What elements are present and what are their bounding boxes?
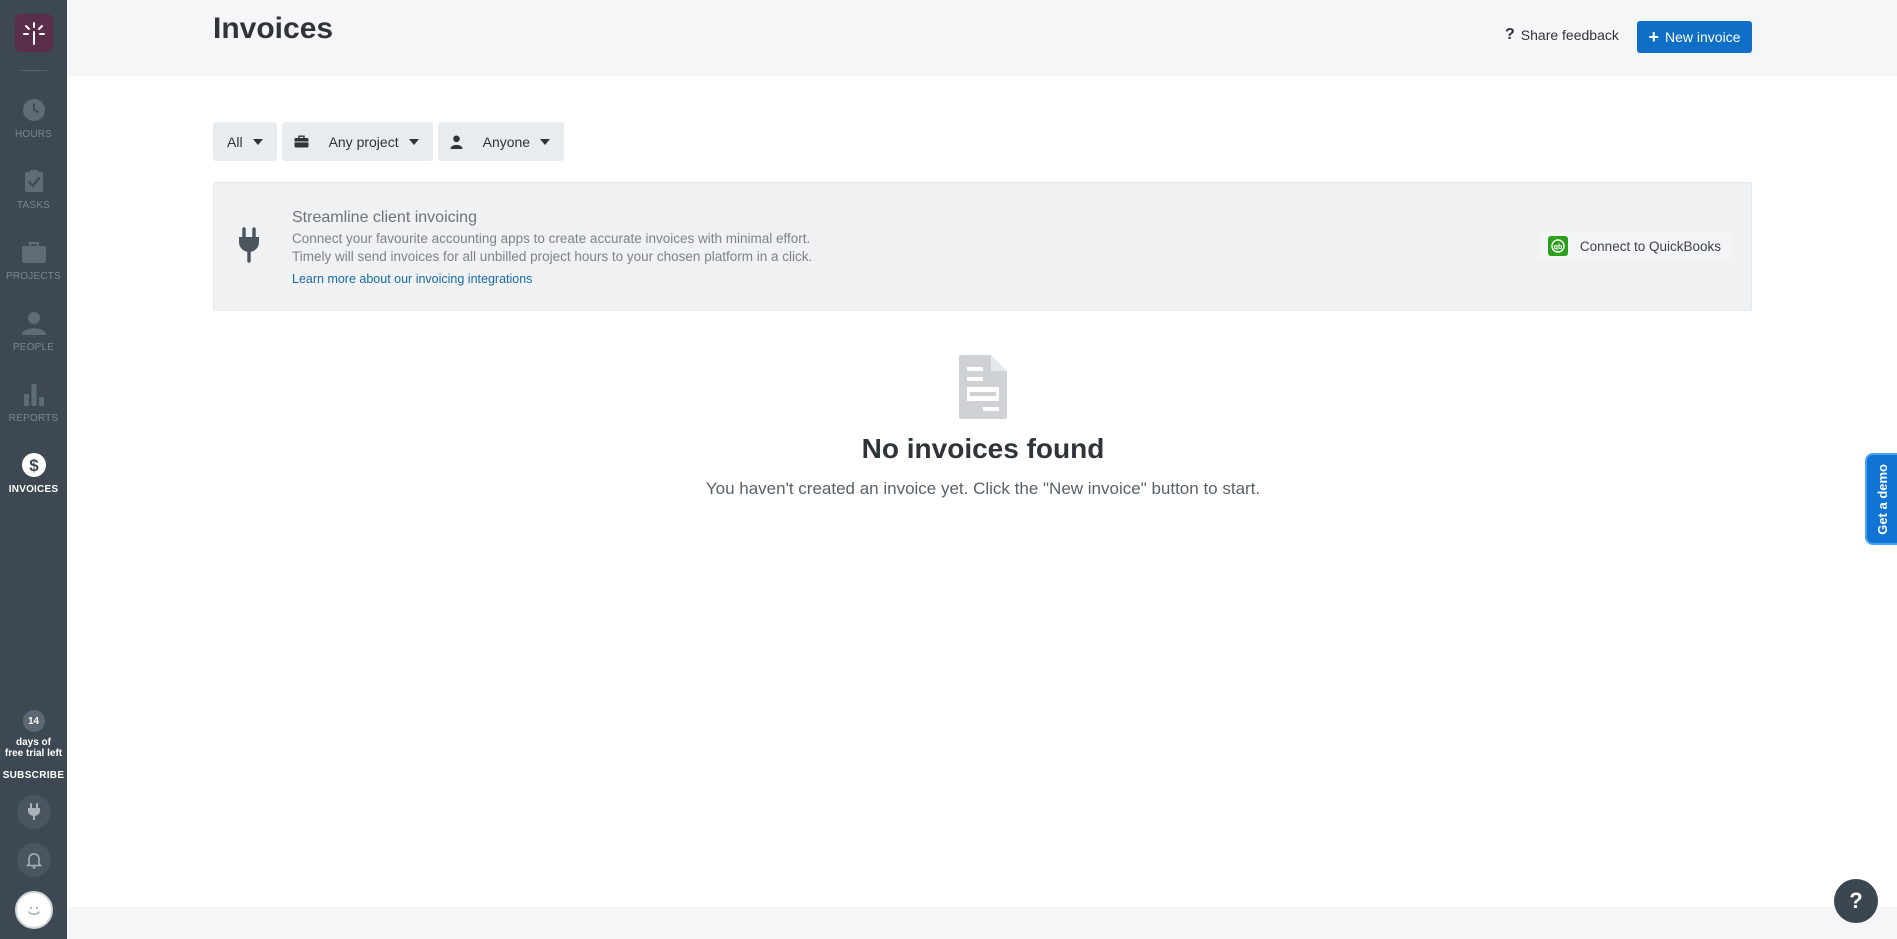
sidebar-item-label: INVOICES (8, 484, 59, 495)
invoicing-integration-banner: Streamline client invoicing Connect your… (213, 182, 1752, 311)
plug-icon (236, 227, 262, 268)
plug-icon (27, 803, 40, 820)
trial-text-line1: days of (15, 737, 51, 748)
timely-logo[interactable] (14, 14, 53, 52)
question-mark-icon: ? (1505, 26, 1515, 43)
document-icon (683, 355, 1283, 419)
sidebar-item-reports[interactable]: REPORTS (0, 367, 67, 438)
connect-quickbooks-button[interactable]: qb Connect to QuickBooks (1537, 231, 1731, 261)
sidebar-item-label: REPORTS (8, 413, 59, 424)
integrations-button[interactable] (16, 795, 51, 829)
get-a-demo-label: Get a demo (1874, 463, 1890, 535)
trial-text: days of free trial left (5, 737, 62, 759)
caret-down-icon (252, 138, 263, 145)
help-button[interactable]: ? (1834, 879, 1878, 923)
person-icon (21, 310, 47, 336)
bar-chart-icon (21, 381, 47, 407)
banner-description-line2: Timely will send invoices for all unbill… (292, 249, 813, 264)
header-band (67, 0, 1897, 76)
subscribe-link[interactable]: SUBSCRIBE (3, 770, 65, 781)
briefcase-icon (294, 135, 309, 148)
caret-down-icon (408, 138, 419, 145)
sidebar-item-projects[interactable]: PROJECTS (0, 225, 67, 296)
banner-title: Streamline client invoicing (292, 209, 477, 226)
project-filter-value: Any project (328, 133, 399, 150)
sidebar-divider (20, 70, 47, 71)
filter-bar: All Any project Anyone (213, 122, 565, 161)
sidebar-item-label: PROJECTS (6, 271, 61, 282)
notifications-button[interactable] (16, 843, 51, 877)
task-clipboard-icon (21, 168, 47, 194)
get-a-demo-tab[interactable]: Get a demo (1865, 453, 1897, 545)
status-filter-value: All (227, 133, 243, 150)
learn-more-link[interactable]: Learn more about our invoicing integrati… (292, 272, 532, 286)
svg-text:qb: qb (1554, 244, 1563, 251)
svg-text:$: $ (29, 456, 39, 475)
trial-text-line2: free trial left (4, 748, 63, 759)
share-feedback-label: Share feedback (1520, 27, 1619, 43)
clock-icon (21, 97, 47, 123)
share-feedback-link[interactable]: ? Share feedback (1505, 26, 1619, 44)
page-title: Invoices (213, 12, 334, 45)
sidebar-item-hours[interactable]: HOURS (0, 83, 67, 154)
project-filter-dropdown[interactable]: Any project (281, 122, 433, 161)
sidebar-item-people[interactable]: PEOPLE (0, 296, 67, 367)
user-avatar[interactable] (14, 891, 53, 929)
footer-band (67, 907, 1897, 939)
connect-quickbooks-label: Connect to QuickBooks (1579, 238, 1721, 254)
empty-state-subtitle: You haven't created an invoice yet. Clic… (705, 479, 1261, 498)
sidebar-item-tasks[interactable]: TASKS (0, 154, 67, 225)
person-icon (450, 135, 463, 149)
app-root: HOURS TASKS PROJECTS PEOPLE REPORTS $ IN… (0, 0, 1897, 939)
banner-description-line1: Connect your favourite accounting apps t… (292, 231, 811, 246)
sidebar-item-label: PEOPLE (12, 342, 55, 353)
sidebar-bottom: 14 days of free trial left SUBSCRIBE (0, 710, 67, 939)
help-question-icon: ? (1849, 888, 1863, 913)
banner-description: Connect your favourite accounting apps t… (292, 230, 812, 266)
new-invoice-button[interactable]: + New invoice (1637, 21, 1752, 53)
bell-icon (25, 853, 42, 869)
person-filter-dropdown[interactable]: Anyone (437, 122, 565, 161)
smiley-icon (27, 907, 40, 915)
quickbooks-logo-icon: qb (1547, 236, 1568, 256)
briefcase-icon (21, 239, 47, 265)
empty-state: No invoices found You haven't created an… (683, 355, 1283, 499)
person-filter-value: Anyone (482, 133, 531, 150)
sidebar-item-label: HOURS (14, 129, 53, 140)
trial-days-badge: 14 (22, 710, 45, 732)
sidebar-item-label: TASKS (16, 200, 51, 211)
plus-icon: + (1648, 27, 1660, 47)
new-invoice-label: New invoice (1665, 29, 1741, 45)
status-filter-dropdown[interactable]: All (213, 122, 277, 161)
sidebar-item-invoices[interactable]: $ INVOICES (0, 438, 67, 509)
sidebar: HOURS TASKS PROJECTS PEOPLE REPORTS $ IN… (0, 0, 67, 939)
caret-down-icon (540, 138, 551, 145)
timely-logo-icon (22, 22, 45, 45)
dollar-icon: $ (21, 452, 47, 478)
empty-state-title: No invoices found (861, 433, 1105, 464)
